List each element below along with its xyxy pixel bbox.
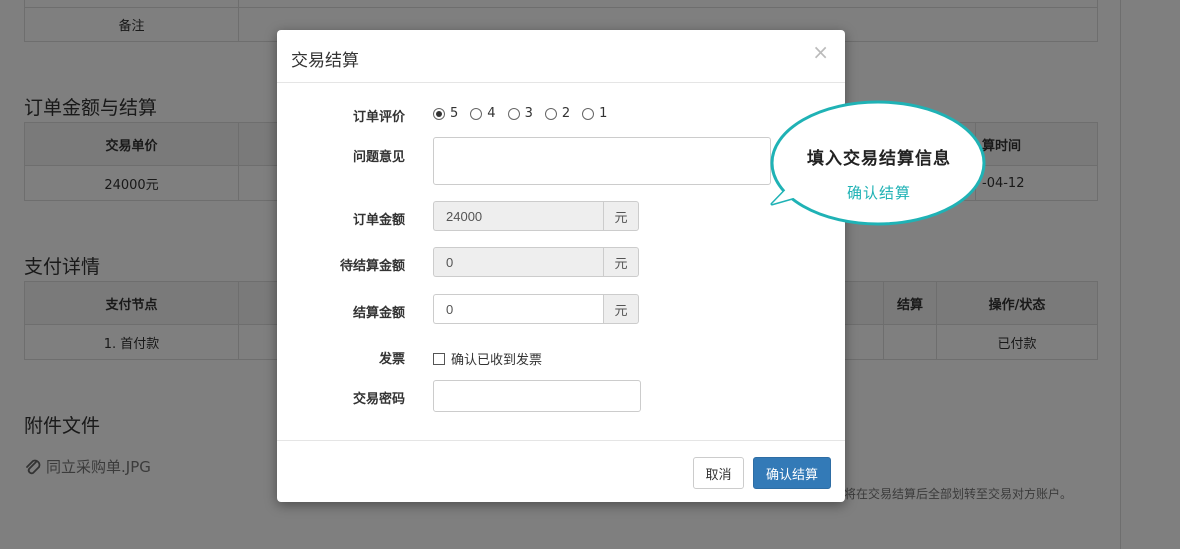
order-amount-group: 元 [433,201,639,231]
settle-amount-label: 结算金额 [352,306,405,321]
issue-textarea[interactable] [433,137,771,185]
modal-header: 交易结算 × [277,30,845,83]
modal-title: 交易结算 [291,51,359,71]
order-amount-unit: 元 [603,201,639,231]
rating-option-3[interactable]: 3 [507,106,533,121]
issue-label: 问题意见 [352,150,405,165]
settlement-modal: 交易结算 × 订单评价 5 4 3 2 1 问题意见 订单金额 元 待结算金额 … [277,30,845,502]
radio-icon[interactable] [507,107,520,120]
rating-label: 订单评价 [352,110,405,125]
rating-option-5[interactable]: 5 [433,106,458,121]
settle-amount-input[interactable] [433,294,603,324]
rating-option-1[interactable]: 1 [582,106,607,121]
pending-amount-unit: 元 [603,247,639,277]
rating-option-2[interactable]: 2 [544,106,570,121]
modal-footer: 取消 确认结算 [277,440,845,503]
order-amount-input[interactable] [433,201,603,231]
close-icon[interactable]: × [812,40,829,64]
radio-icon[interactable] [582,107,595,120]
password-label: 交易密码 [352,392,405,407]
invoice-checkbox[interactable] [433,352,445,365]
invoice-checkbox-row[interactable]: 确认已收到发票 [433,349,542,368]
rating-option-4[interactable]: 4 [470,106,496,121]
pending-amount-label: 待结算金额 [339,259,405,274]
settle-amount-unit: 元 [603,294,639,324]
password-input[interactable] [433,380,641,412]
radio-icon[interactable] [470,107,483,120]
cancel-button[interactable]: 取消 [693,457,744,489]
pending-amount-group: 元 [433,247,639,277]
callout-line1: 填入交易结算信息 [807,149,951,169]
radio-selected-icon[interactable] [433,107,445,120]
settle-amount-group: 元 [433,294,639,324]
invoice-checkbox-label: 确认已收到发票 [451,353,543,368]
order-amount-label: 订单金额 [352,213,405,228]
rating-radio-group: 5 4 3 2 1 [433,106,607,121]
callout-line2: 确认结算 [846,184,911,202]
pending-amount-input[interactable] [433,247,603,277]
radio-icon[interactable] [544,107,557,120]
invoice-label: 发票 [378,352,405,367]
confirm-settle-button[interactable]: 确认结算 [753,457,831,489]
